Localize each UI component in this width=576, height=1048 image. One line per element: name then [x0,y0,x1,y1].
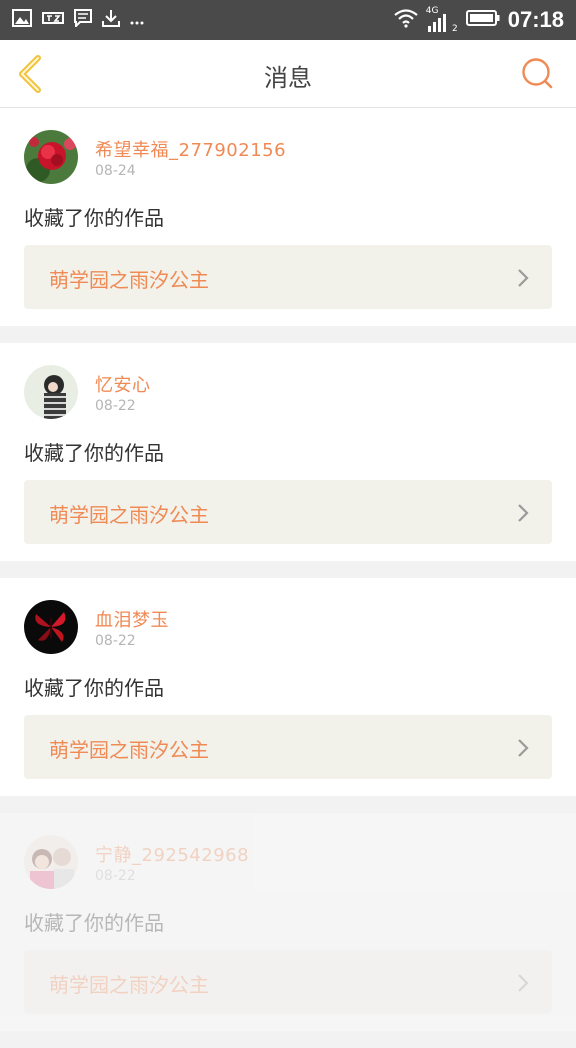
chevron-right-icon [518,739,529,757]
work-link[interactable]: 萌学园之雨汐公主 [24,245,552,309]
avatar[interactable] [24,130,78,184]
download-icon [102,9,120,31]
status-bar: 4G 2 07:18 [0,0,576,40]
message-list: 希望幸福_277902156 08-24 收藏了你的作品 萌学园之雨汐公主 忆安… [0,108,576,1048]
status-time: 07:18 [507,7,564,32]
avatar[interactable] [24,365,78,419]
chevron-right-icon [518,974,529,992]
work-title: 萌学园之雨汐公主 [49,268,209,292]
action-text: 收藏了你的作品 [24,676,164,700]
wifi-icon [394,8,418,32]
chevron-right-icon [518,504,529,522]
user-name[interactable]: 宁静_292542968 [95,841,249,867]
message-card: 忆安心 08-22 收藏了你的作品 萌学园之雨汐公主 [0,343,576,561]
message-card: 宁静_292542968 08-22 收藏了你的作品 萌学园之雨汐公主 [0,813,576,1031]
chevron-right-icon [518,269,529,287]
action-text: 收藏了你的作品 [24,206,164,230]
sim-number: 2 [451,24,458,34]
message-card: 血泪梦玉 08-22 收藏了你的作品 萌学园之雨汐公主 [0,578,576,796]
work-link[interactable]: 萌学园之雨汐公主 [24,715,552,779]
message-date: 08-24 [95,163,136,179]
message-card: 希望幸福_277902156 08-24 收藏了你的作品 萌学园之雨汐公主 [0,108,576,326]
battery-icon [465,10,500,30]
work-link[interactable]: 萌学园之雨汐公主 [24,480,552,544]
message-icon [74,9,92,31]
app-icon [42,10,64,30]
status-right-icons: 4G 2 07:18 [394,6,564,34]
message-date: 08-22 [95,868,136,884]
status-left-icons [12,9,144,31]
signal-icon: 4G 2 [426,6,458,34]
action-text: 收藏了你的作品 [24,441,164,465]
avatar[interactable] [24,835,78,889]
user-name[interactable]: 血泪梦玉 [95,606,169,632]
search-button[interactable] [520,56,554,90]
action-text: 收藏了你的作品 [24,911,164,935]
header-bar: 消息 [0,40,576,108]
message-date: 08-22 [95,633,136,649]
search-icon [522,58,553,89]
work-title: 萌学园之雨汐公主 [49,503,209,527]
more-icon [130,11,144,30]
work-title: 萌学园之雨汐公主 [49,973,209,997]
work-link[interactable]: 萌学园之雨汐公主 [24,950,552,1014]
user-name[interactable]: 希望幸福_277902156 [95,136,286,162]
avatar[interactable] [24,600,78,654]
user-name[interactable]: 忆安心 [95,371,151,397]
page-title: 消息 [264,64,312,92]
image-icon [12,9,32,31]
work-title: 萌学园之雨汐公主 [49,738,209,762]
message-date: 08-22 [95,398,136,414]
